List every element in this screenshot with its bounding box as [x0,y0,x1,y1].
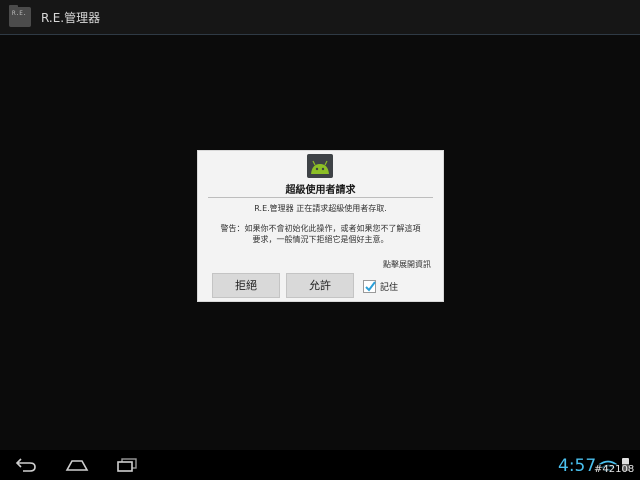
recents-icon[interactable] [115,457,139,477]
superuser-dialog: 超級使用者請求 R.E.管理器 正在請求超級使用者存取. 警告：如果你不會初始化… [197,150,444,302]
home-icon[interactable] [64,457,90,477]
app-icon-text: R.E. [12,10,27,17]
allow-button[interactable]: 允許 [286,273,354,298]
dialog-message: R.E.管理器 正在請求超級使用者存取. [254,204,387,213]
navigation-bar: 4:57 [0,450,640,480]
dialog-warning-line-1: 警告：如果你不會初始化此操作，或者如果您不了解這項 [220,224,421,233]
details-link[interactable]: 點擊展開資訊 [383,259,431,270]
dialog-warning: 警告：如果你不會初始化此操作，或者如果您不了解這項 要求，一般情況下拒絕它是個好… [208,223,433,245]
dialog-title: 超級使用者請求 [285,185,356,196]
checkbox-box[interactable] [363,280,376,293]
android-icon [307,154,333,178]
checkmark-icon [365,281,376,292]
deny-button[interactable]: 拒絕 [212,273,280,298]
action-bar: R.E. R.E.管理器 [0,0,640,35]
back-icon[interactable] [14,457,38,477]
dialog-warning-line-2: 要求，一般情況下拒絕它是個好主意。 [252,235,389,244]
dialog-divider [208,197,433,198]
app-title: R.E.管理器 [41,11,101,25]
status-clock: 4:57 [558,456,597,476]
watermark-tag: #42108 [593,464,636,475]
folder-icon: R.E. [9,5,31,27]
remember-label: 記住 [380,283,399,293]
